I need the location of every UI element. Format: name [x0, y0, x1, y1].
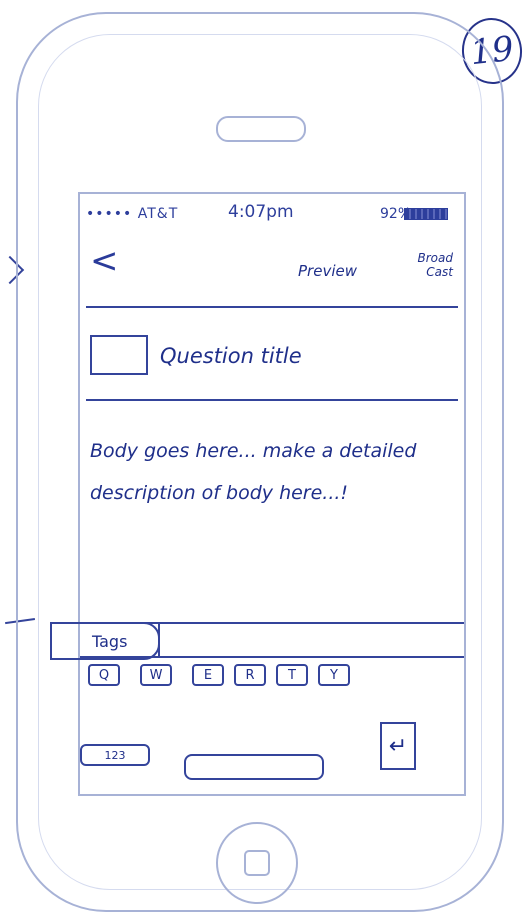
keyboard-key-y[interactable]: Y — [318, 664, 350, 686]
on-screen-keyboard: Q W E R T Y 123 ↵ — [80, 664, 464, 794]
battery-icon — [404, 208, 448, 220]
keyboard-return-key[interactable]: ↵ — [380, 722, 416, 770]
keyboard-key-e[interactable]: E — [192, 664, 224, 686]
speaker-icon — [216, 116, 306, 142]
preview-button[interactable]: Preview — [298, 262, 357, 280]
tags-label-text: Tags — [92, 631, 128, 651]
keyboard-key-r[interactable]: R — [234, 664, 266, 686]
tags-label: Tags — [50, 622, 160, 660]
question-image-placeholder[interactable] — [90, 335, 148, 375]
title-divider — [86, 399, 458, 401]
phone-screen: ••••• AT&T 4:07pm 92% < Preview Broad Ca… — [50, 192, 466, 796]
status-carrier: ••••• AT&T — [86, 206, 179, 222]
status-time: 4:07pm — [228, 202, 294, 222]
keyboard-space-bar[interactable] — [184, 754, 324, 780]
home-button[interactable] — [216, 822, 298, 904]
keyboard-key-w[interactable]: W — [140, 664, 172, 686]
header-divider — [86, 306, 458, 308]
status-bar: ••••• AT&T 4:07pm 92% — [80, 202, 464, 228]
keyboard-numbers-key[interactable]: 123 — [80, 744, 150, 766]
home-button-icon — [244, 850, 270, 876]
keyboard-key-t[interactable]: T — [276, 664, 308, 686]
phone-frame: ••••• AT&T 4:07pm 92% < Preview Broad Ca… — [16, 12, 504, 912]
chevron-left-icon: < — [90, 241, 119, 281]
keyboard-key-q[interactable]: Q — [88, 664, 120, 686]
tags-input[interactable] — [158, 624, 464, 656]
tags-row: Tags — [50, 622, 464, 660]
question-title-input[interactable]: Question title — [160, 344, 302, 368]
back-button[interactable]: < — [90, 244, 119, 278]
return-icon: ↵ — [388, 733, 408, 759]
broadcast-button[interactable]: Broad Cast — [398, 251, 453, 279]
question-body-input[interactable]: Body goes here... make a detailed descri… — [90, 430, 456, 514]
